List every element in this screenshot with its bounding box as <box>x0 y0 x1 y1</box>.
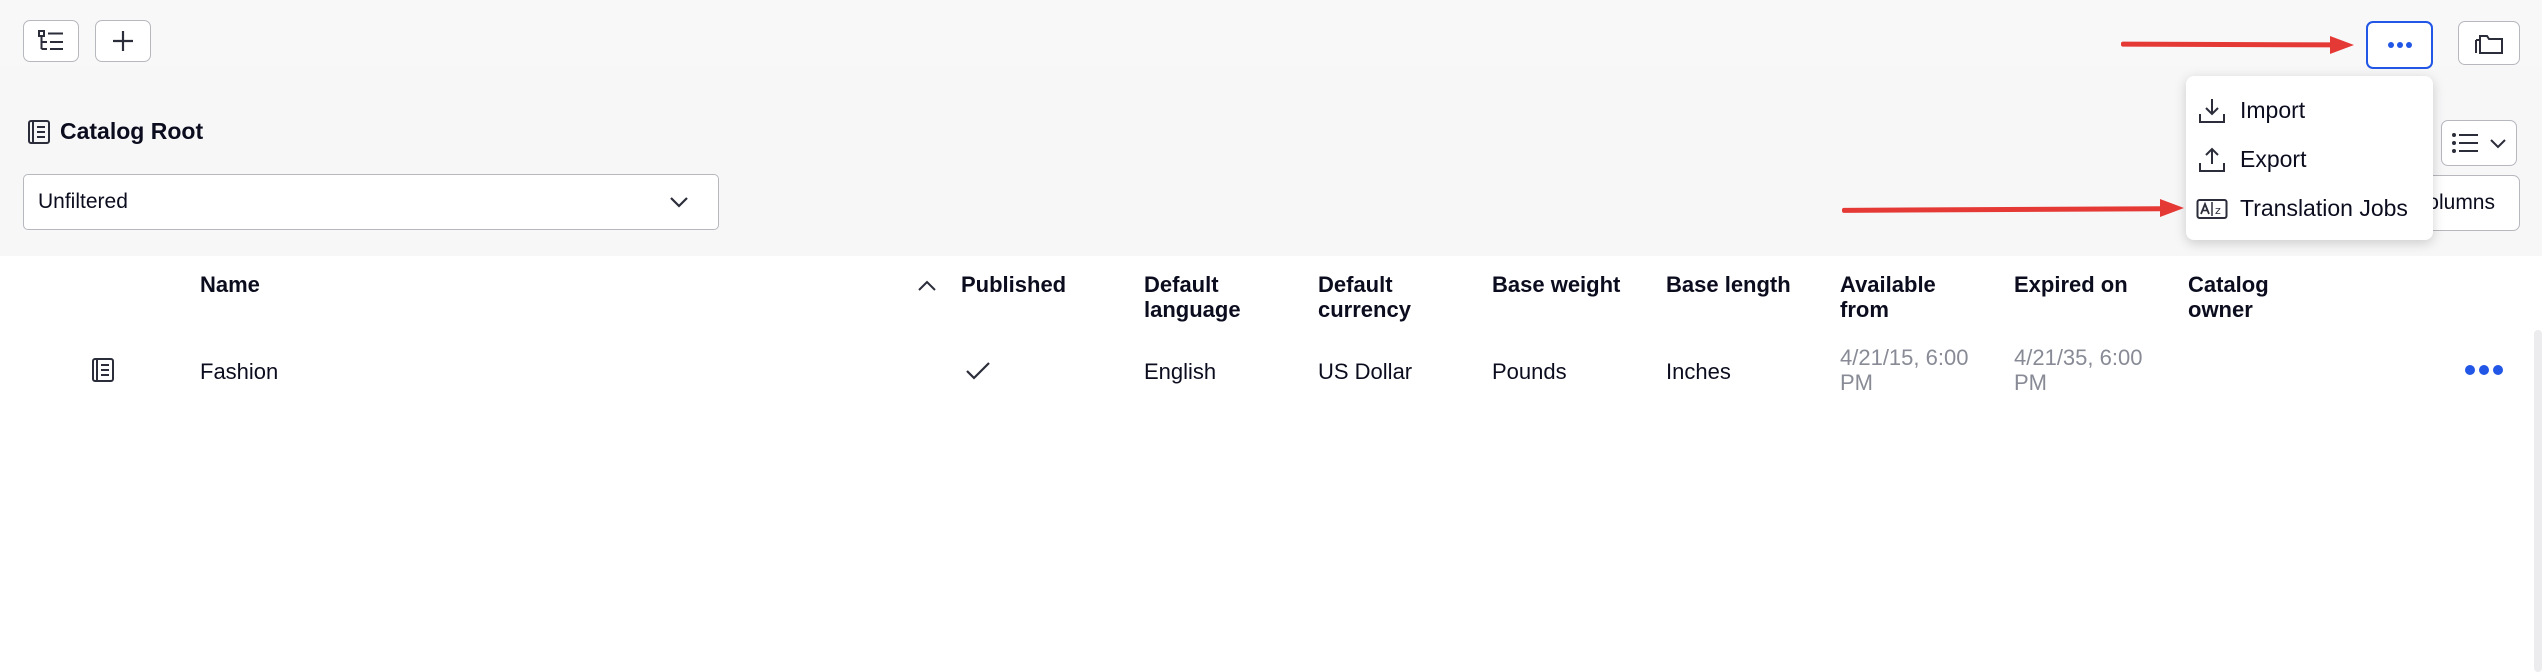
cell-default-language: English <box>1144 359 1217 384</box>
column-header-label: Base length <box>1666 272 1791 297</box>
column-header-label: Default <box>1318 272 1393 297</box>
cell-base-length: Inches <box>1666 359 1731 384</box>
translation-icon: z <box>2196 197 2228 221</box>
cell-expired-on: 4/21/35, 6:00 PM <box>2014 345 2142 395</box>
column-header-label: Expired on <box>2014 272 2128 297</box>
column-header-label: from <box>1840 297 1889 322</box>
chevron-down-icon <box>2490 139 2506 149</box>
annotation-arrowhead-icon <box>2160 199 2184 217</box>
menu-item-label: Import <box>2240 97 2306 123</box>
cell-text-line: PM <box>2014 370 2047 395</box>
folders-icon <box>2475 35 2503 54</box>
column-header-name[interactable]: Name <box>200 272 260 297</box>
catalog-book-icon <box>92 358 114 382</box>
filter-select-value: Unfiltered <box>38 190 128 213</box>
column-header-label: Available <box>1840 272 1936 297</box>
column-header-label: Base weight <box>1492 272 1621 297</box>
more-actions-button[interactable] <box>2366 21 2433 69</box>
export-icon <box>2196 145 2228 175</box>
vertical-scrollbar[interactable] <box>2534 330 2542 672</box>
column-header-available-from[interactable]: Available from <box>1840 272 1936 322</box>
column-header-label: Catalog <box>2188 272 2269 297</box>
annotation-arrow-top <box>2120 41 2342 48</box>
column-header-base-length[interactable]: Base length <box>1666 272 1791 297</box>
menu-item-label: Export <box>2240 146 2307 172</box>
menu-item-import[interactable]: Import <box>2186 86 2433 135</box>
more-actions-menu: Import Export z Translation Jobs <box>2186 76 2433 240</box>
cell-name[interactable]: Fashion <box>200 359 278 384</box>
column-header-label: Default <box>1144 272 1219 297</box>
column-header-expired-on[interactable]: Expired on <box>2014 272 2128 297</box>
column-header-label: owner <box>2188 297 2253 322</box>
checkmark-icon <box>966 362 990 380</box>
cell-base-weight: Pounds <box>1492 359 1567 384</box>
tree-view-icon <box>38 30 63 50</box>
column-header-label: currency <box>1318 297 1411 322</box>
annotation-arrowhead-icon <box>2330 36 2354 54</box>
folders-button[interactable] <box>2458 21 2520 65</box>
column-header-label: language <box>1144 297 1241 322</box>
sort-ascending-icon[interactable] <box>916 277 938 293</box>
svg-text:z: z <box>2215 204 2221 217</box>
filter-select[interactable]: Unfiltered <box>23 174 719 230</box>
ellipsis-icon <box>2387 42 2412 48</box>
column-header-default-currency[interactable]: Default currency <box>1318 272 1411 322</box>
plus-icon <box>113 31 133 51</box>
import-icon <box>2196 96 2228 126</box>
catalog-title: Catalog Root <box>26 118 203 145</box>
view-toggle-button[interactable] <box>2441 120 2517 166</box>
cell-available-from: 4/21/15, 6:00 PM <box>1840 345 1968 395</box>
catalog-title-text: Catalog Root <box>60 118 204 144</box>
menu-item-translation-jobs[interactable]: z Translation Jobs <box>2186 184 2433 233</box>
column-header-published[interactable]: Published <box>961 272 1066 297</box>
tree-view-button[interactable] <box>23 20 79 62</box>
column-header-label: Name <box>200 272 260 297</box>
menu-item-export[interactable]: Export <box>2186 135 2433 184</box>
add-button[interactable] <box>95 20 151 62</box>
menu-item-label: Translation Jobs <box>2240 195 2408 221</box>
list-view-icon <box>2452 133 2478 153</box>
column-header-default-language[interactable]: Default language <box>1144 272 1241 322</box>
column-header-catalog-owner[interactable]: Catalog owner <box>2188 272 2269 322</box>
cell-text-line: 4/21/15, 6:00 <box>1840 345 1969 370</box>
cell-default-currency: US Dollar <box>1318 359 1413 384</box>
cell-text-line: 4/21/35, 6:00 <box>2014 345 2143 370</box>
chevron-down-icon <box>670 197 688 208</box>
cell-text-line: PM <box>1840 370 1873 395</box>
column-header-base-weight[interactable]: Base weight <box>1492 272 1620 297</box>
row-actions-ellipsis-icon[interactable] <box>2464 364 2504 376</box>
column-header-label: Published <box>961 272 1067 297</box>
top-toolbar <box>0 0 2542 66</box>
catalog-book-icon <box>28 119 50 144</box>
